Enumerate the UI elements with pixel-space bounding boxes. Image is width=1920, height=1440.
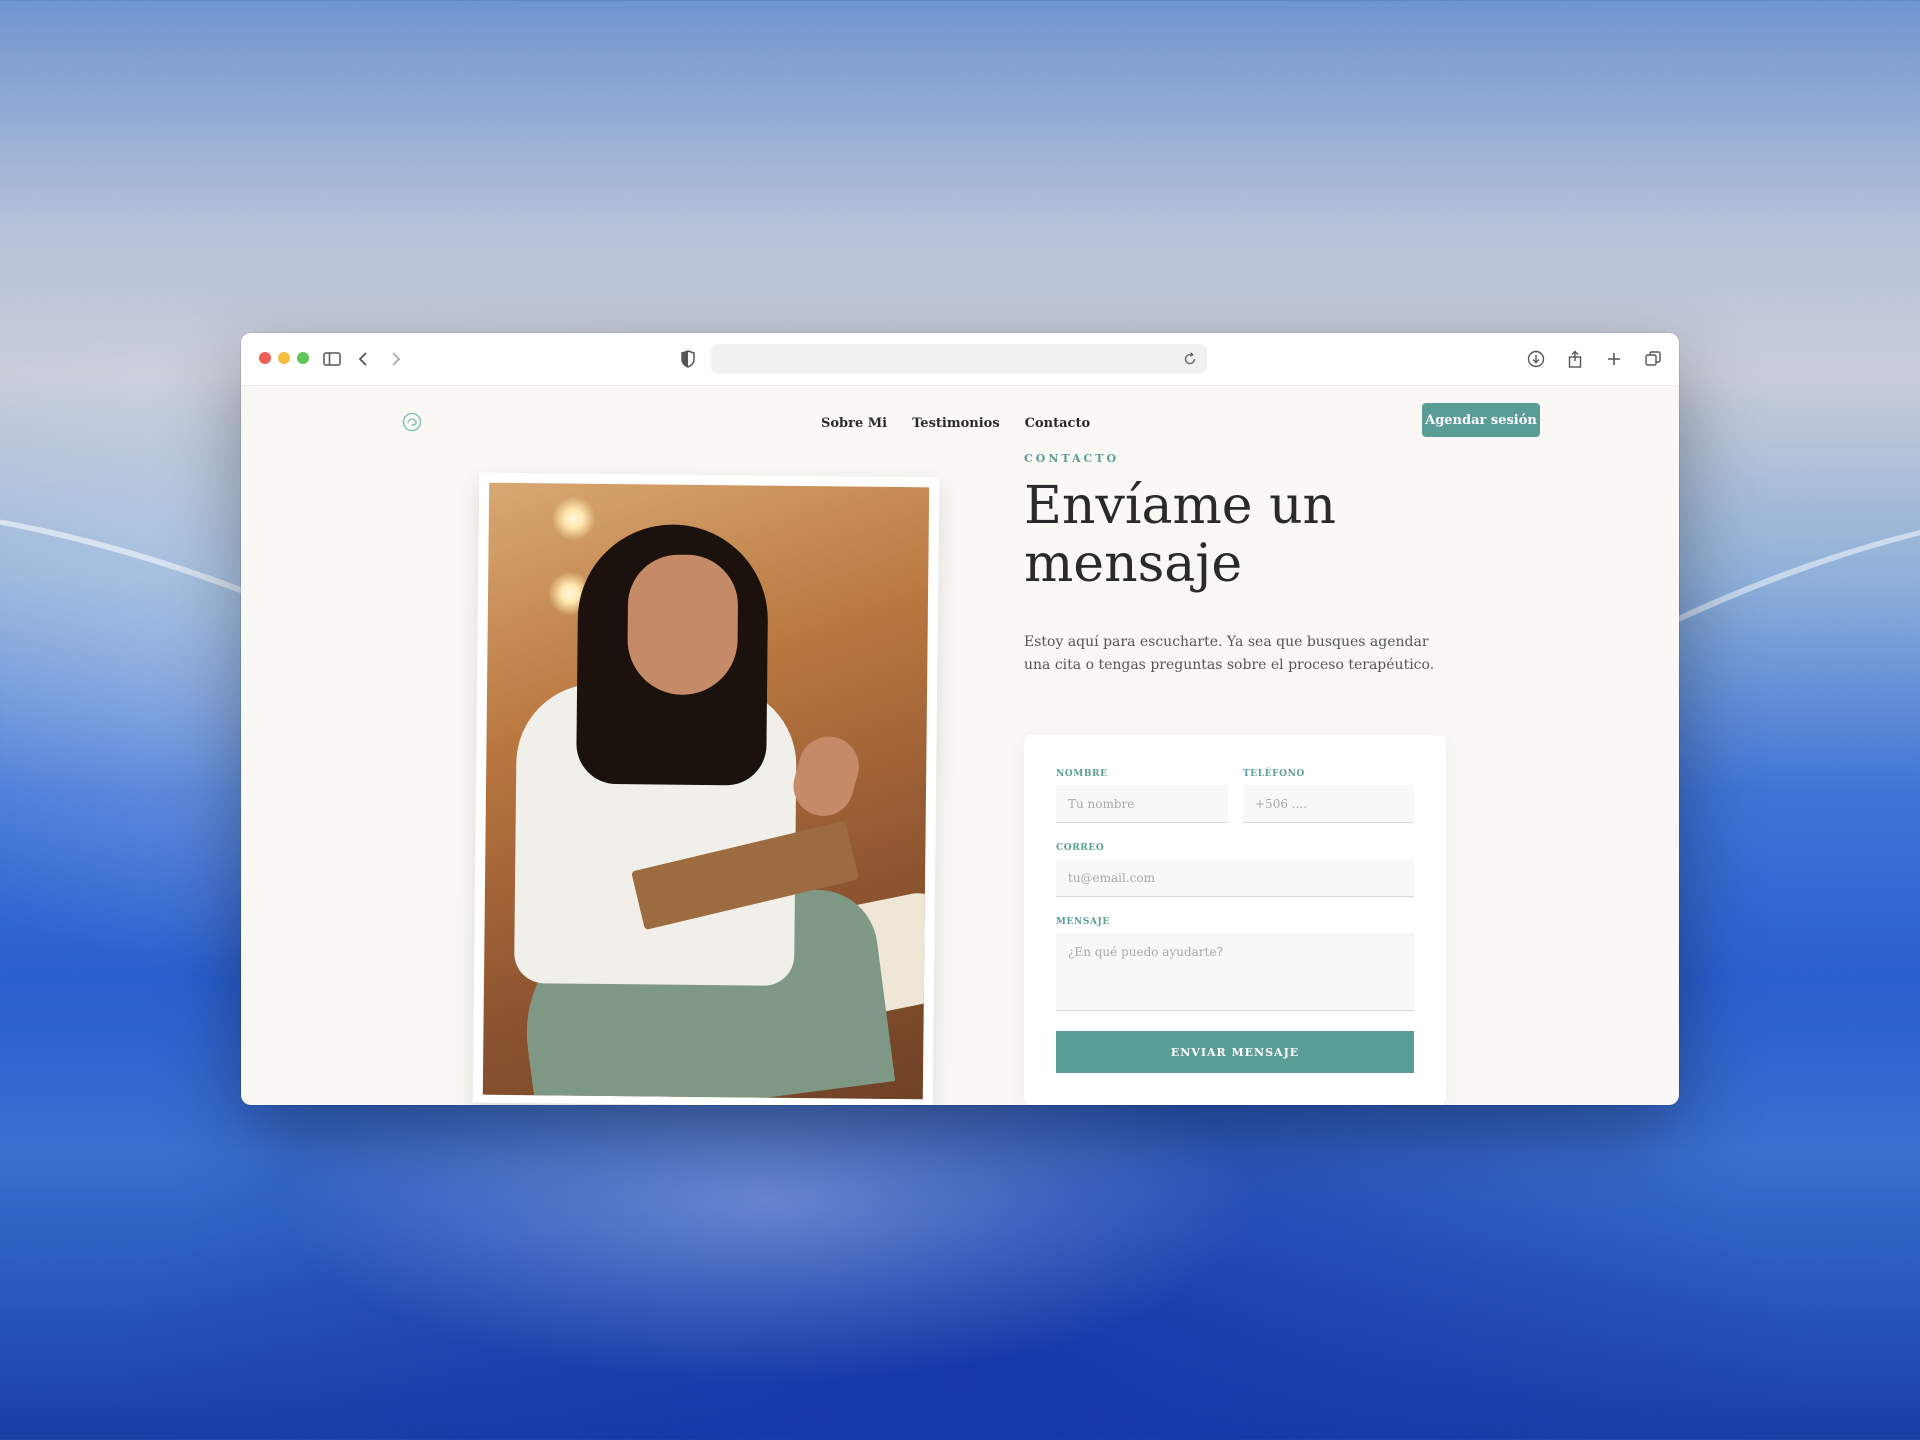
browser-toolbar — [241, 333, 1679, 386]
phone-label: TELÉFONO — [1243, 769, 1305, 779]
therapist-photo — [482, 482, 930, 1100]
close-window-button[interactable] — [259, 352, 271, 364]
back-icon[interactable] — [353, 348, 375, 370]
email-input[interactable] — [1056, 859, 1414, 897]
phone-input[interactable] — [1243, 785, 1414, 823]
address-bar[interactable] — [711, 344, 1207, 374]
website: Sobre Mi Testimonios Contacto Agendar se… — [241, 385, 1679, 1105]
shield-icon[interactable] — [677, 348, 699, 370]
section-intro: Estoy aquí para escucharte. Ya sea que b… — [1024, 634, 1435, 673]
minimize-window-button[interactable] — [278, 352, 290, 364]
logo-icon[interactable] — [401, 411, 423, 433]
reload-icon[interactable] — [1181, 350, 1199, 368]
zoom-window-button[interactable] — [297, 352, 309, 364]
section-kicker: CONTACTO — [1024, 452, 1120, 465]
message-textarea[interactable] — [1056, 933, 1414, 1011]
name-label: NOMBRE — [1056, 769, 1108, 779]
download-icon[interactable] — [1525, 348, 1547, 370]
main-nav: Sobre Mi Testimonios Contacto — [821, 416, 1090, 431]
email-label: CORREO — [1056, 843, 1105, 853]
section-title: Envíame un mensaje — [1024, 476, 1337, 594]
share-icon[interactable] — [1564, 348, 1586, 370]
nav-link-contacto[interactable]: Contacto — [1025, 416, 1091, 431]
therapist-photo-frame — [472, 472, 940, 1105]
book-session-button[interactable]: Agendar sesión — [1422, 403, 1540, 437]
sidebar-icon[interactable] — [321, 348, 343, 370]
forward-icon[interactable] — [384, 348, 406, 370]
message-label: MENSAJE — [1056, 917, 1110, 927]
nav-link-testimonios[interactable]: Testimonios — [912, 416, 1000, 431]
tabs-overview-icon[interactable] — [1642, 348, 1664, 370]
contact-form: NOMBRE TELÉFONO CORREO MENSAJE ENVIAR ME… — [1024, 735, 1446, 1105]
send-message-button[interactable]: ENVIAR MENSAJE — [1056, 1031, 1414, 1073]
browser-window: Sobre Mi Testimonios Contacto Agendar se… — [241, 333, 1679, 1105]
new-tab-icon[interactable] — [1603, 348, 1625, 370]
nav-link-sobre-mi[interactable]: Sobre Mi — [821, 416, 887, 431]
name-input[interactable] — [1056, 785, 1228, 823]
